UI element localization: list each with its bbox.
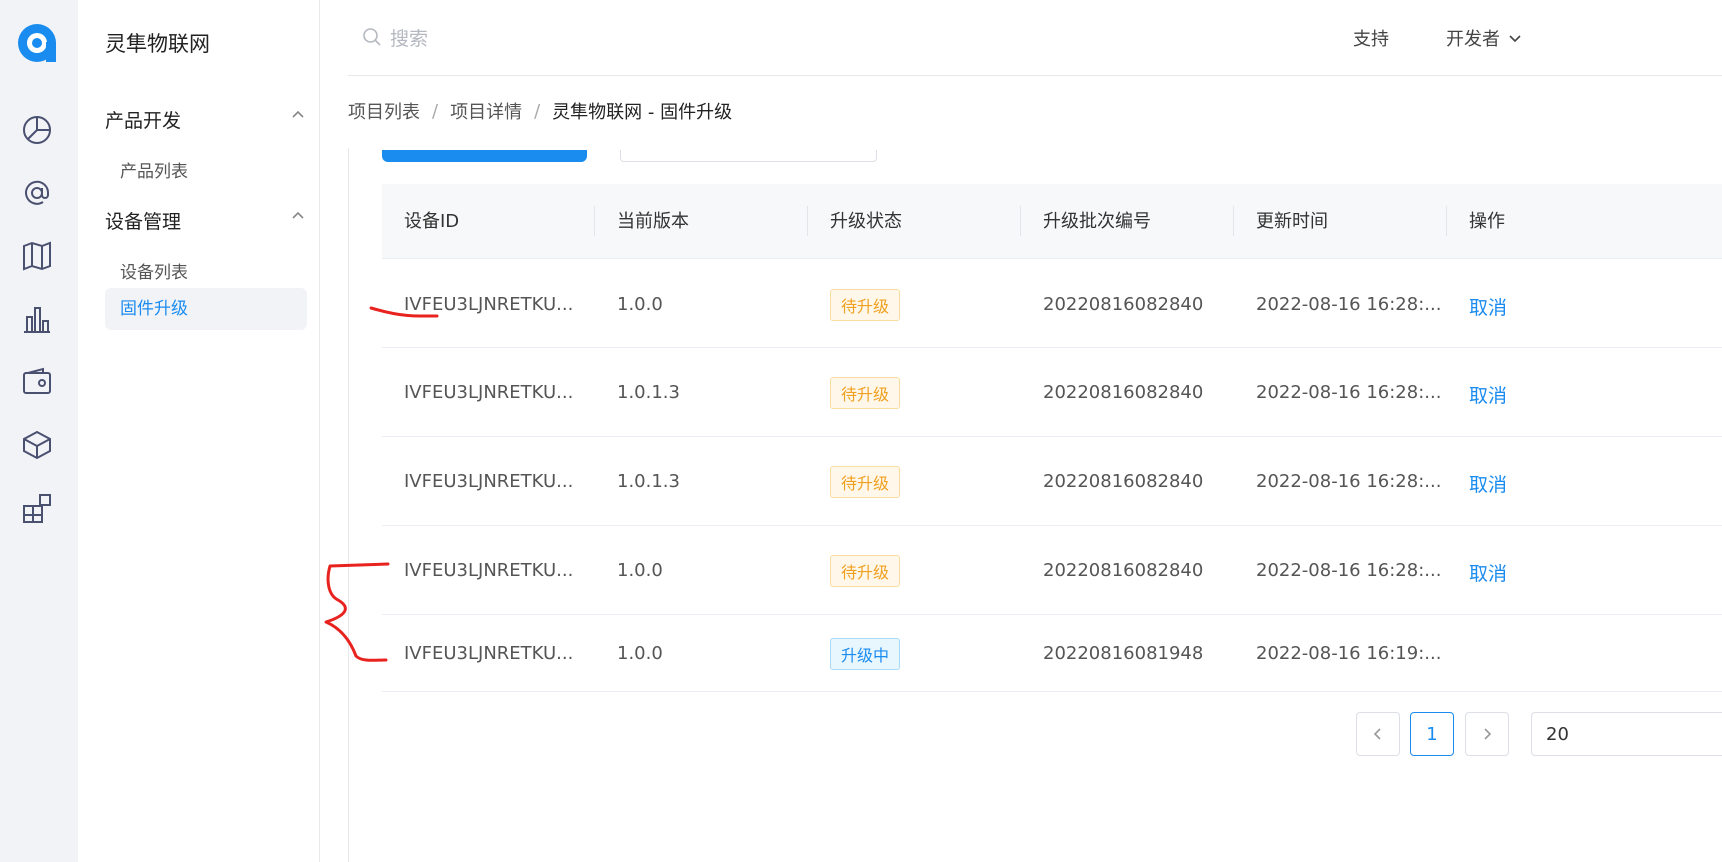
action-button-partial[interactable]	[382, 150, 587, 162]
table-row: IVFEU3LJNRETKU... 1.0.0 待升级 202208160828…	[382, 526, 1722, 615]
app-title: 灵隼物联网	[105, 32, 210, 56]
cube-icon[interactable]	[21, 429, 53, 461]
pie-chart-icon[interactable]	[21, 114, 53, 146]
prev-page-button[interactable]	[1356, 712, 1400, 756]
column-divider	[1020, 206, 1021, 236]
page-size-select[interactable]: 20	[1531, 712, 1722, 756]
column-header-device-id: 设备ID	[404, 211, 460, 232]
chevron-up-icon	[292, 211, 304, 219]
column-divider	[594, 206, 595, 236]
column-divider	[1446, 206, 1447, 236]
sidebar-group-label: 产品开发	[105, 110, 182, 132]
version-cell: 1.0.1.3	[617, 382, 680, 403]
column-header-version: 当前版本	[617, 211, 689, 232]
developer-menu[interactable]: 开发者	[1446, 25, 1522, 51]
annotation-bracket	[324, 562, 390, 662]
column-divider	[1233, 206, 1234, 236]
wallet-icon[interactable]	[21, 366, 53, 398]
device-id-cell: IVFEU3LJNRETKU...	[404, 560, 574, 581]
chevron-right-icon	[1484, 728, 1492, 740]
sidebar-item-product-list[interactable]: 产品列表	[120, 157, 188, 182]
status-badge: 待升级	[830, 555, 901, 587]
time-cell: 2022-08-16 16:28:...	[1256, 294, 1442, 315]
breadcrumb-current: 灵隼物联网 - 固件升级	[552, 102, 733, 123]
version-cell: 1.0.0	[617, 294, 663, 315]
time-cell: 2022-08-16 16:19:...	[1256, 643, 1442, 664]
table-header: 设备ID 当前版本 升级状态 升级批次编号 更新时间 操作	[382, 184, 1722, 259]
device-id-cell: IVFEU3LJNRETKU...	[404, 471, 574, 492]
column-divider	[807, 206, 808, 236]
table-row: IVFEU3LJNRETKU... 1.0.0 升级中 202208160819…	[382, 615, 1722, 692]
sidebar-group-product[interactable]: 产品开发	[105, 106, 305, 133]
breadcrumb-separator: /	[534, 100, 541, 122]
content-divider	[348, 148, 349, 862]
time-cell: 2022-08-16 16:28:...	[1256, 382, 1442, 403]
logo-icon[interactable]	[18, 24, 56, 62]
sidebar-group-device[interactable]: 设备管理	[105, 207, 305, 234]
cancel-button[interactable]: 取消	[1469, 293, 1507, 320]
table-row: IVFEU3LJNRETKU... 1.0.0 待升级 202208160828…	[382, 259, 1722, 348]
at-sign-icon[interactable]	[21, 177, 53, 209]
table-row: IVFEU3LJNRETKU... 1.0.1.3 待升级 2022081608…	[382, 437, 1722, 526]
page-number-button[interactable]: 1	[1410, 712, 1454, 756]
next-page-button[interactable]	[1465, 712, 1509, 756]
batch-cell: 20220816082840	[1043, 560, 1204, 581]
search-icon	[363, 28, 381, 46]
batch-cell: 20220816081948	[1043, 643, 1204, 664]
bar-chart-icon[interactable]	[21, 303, 53, 335]
sidebar: 灵隼物联网 产品开发 产品列表 设备管理 设备列表 固件升级	[78, 0, 320, 862]
support-link[interactable]: 支持	[1353, 25, 1389, 51]
upgrade-table: 设备ID 当前版本 升级状态 升级批次编号 更新时间 操作 IVFEU3LJNR…	[382, 184, 1722, 692]
column-header-batch: 升级批次编号	[1043, 211, 1151, 232]
device-id-cell: IVFEU3LJNRETKU...	[404, 643, 574, 664]
version-cell: 1.0.0	[617, 643, 663, 664]
device-id-cell: IVFEU3LJNRETKU...	[404, 382, 574, 403]
column-header-status: 升级状态	[830, 211, 902, 232]
chevron-down-icon	[1509, 35, 1521, 43]
status-badge: 待升级	[830, 466, 901, 498]
cancel-button[interactable]: 取消	[1469, 470, 1507, 497]
search-placeholder: 搜索	[390, 27, 429, 50]
sidebar-item-firmware-upgrade[interactable]: 固件升级	[105, 288, 307, 330]
status-badge: 升级中	[830, 638, 901, 670]
grid-icon[interactable]	[21, 492, 53, 524]
breadcrumb-separator: /	[432, 100, 439, 122]
batch-cell: 20220816082840	[1043, 382, 1204, 403]
time-cell: 2022-08-16 16:28:...	[1256, 471, 1442, 492]
top-header: 搜索 支持 开发者	[348, 0, 1722, 76]
icon-rail	[0, 0, 78, 862]
sidebar-item-device-list[interactable]: 设备列表	[120, 258, 188, 283]
status-badge: 待升级	[830, 289, 901, 321]
device-id-cell: IVFEU3LJNRETKU...	[404, 294, 574, 315]
version-cell: 1.0.1.3	[617, 471, 680, 492]
chevron-left-icon	[1373, 728, 1381, 740]
breadcrumb-project-detail[interactable]: 项目详情	[450, 98, 522, 124]
cancel-button[interactable]: 取消	[1469, 559, 1507, 586]
developer-label: 开发者	[1446, 29, 1500, 50]
sidebar-group-label: 设备管理	[105, 211, 182, 233]
time-cell: 2022-08-16 16:28:...	[1256, 560, 1442, 581]
search-input[interactable]: 搜索	[362, 22, 428, 52]
breadcrumb: 项目列表 / 项目详情 / 灵隼物联网 - 固件升级	[348, 98, 732, 124]
column-header-updated: 更新时间	[1256, 211, 1328, 232]
batch-cell: 20220816082840	[1043, 294, 1204, 315]
cancel-button[interactable]: 取消	[1469, 381, 1507, 408]
chevron-up-icon	[292, 110, 304, 118]
table-row: IVFEU3LJNRETKU... 1.0.1.3 待升级 2022081608…	[382, 348, 1722, 437]
breadcrumb-project-list[interactable]: 项目列表	[348, 98, 420, 124]
filter-input-partial[interactable]	[620, 150, 877, 162]
version-cell: 1.0.0	[617, 560, 663, 581]
column-header-action: 操作	[1469, 211, 1505, 232]
status-badge: 待升级	[830, 377, 901, 409]
map-icon[interactable]	[21, 240, 53, 272]
batch-cell: 20220816082840	[1043, 471, 1204, 492]
